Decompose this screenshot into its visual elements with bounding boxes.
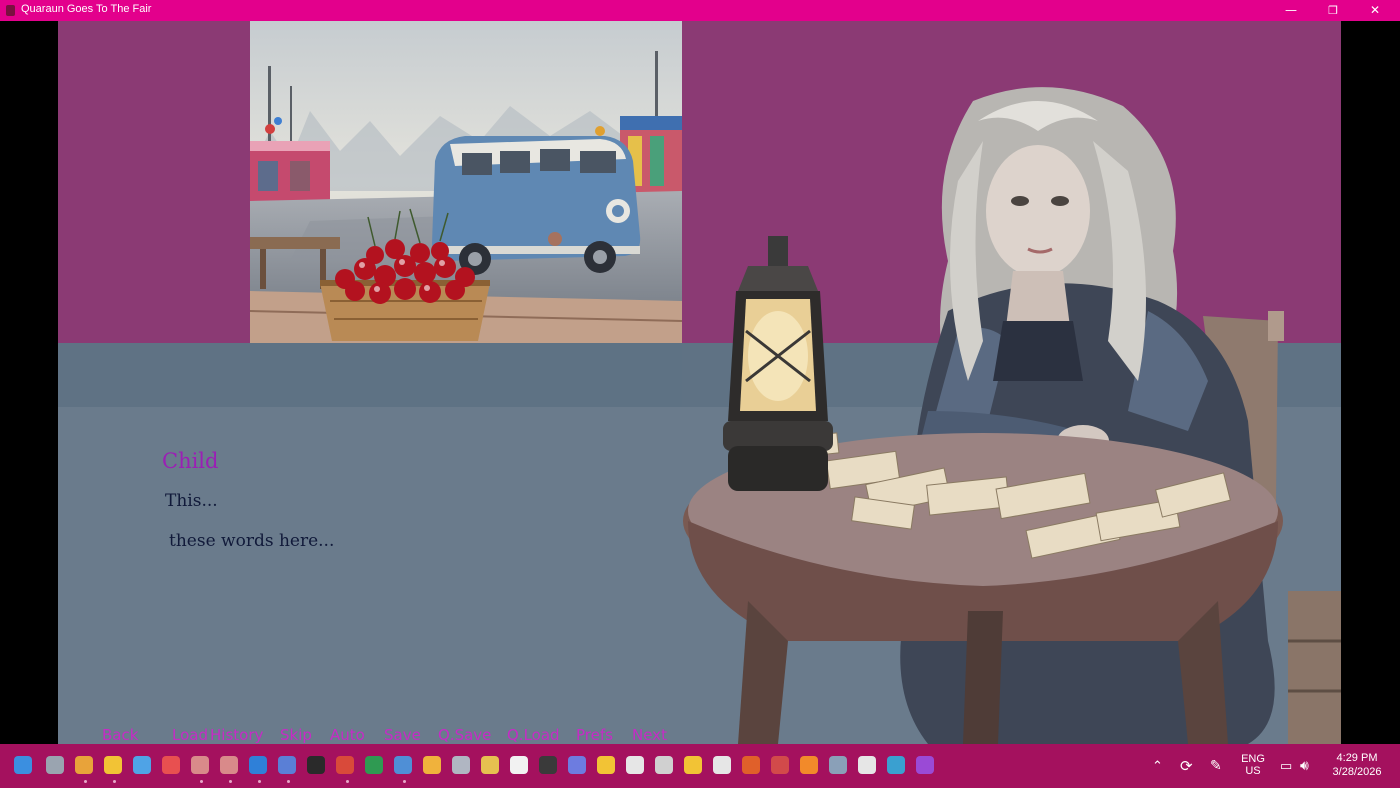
files-icon[interactable] (597, 756, 615, 774)
running-indicator (229, 780, 232, 783)
clipboard-icon[interactable] (510, 756, 528, 774)
close-button[interactable]: ✕ (1352, 0, 1398, 21)
network-icon[interactable]: ▭ (1280, 758, 1292, 774)
wave-icon[interactable] (684, 756, 702, 774)
quick-save-button[interactable]: Q.Save (438, 726, 491, 744)
running-indicator (346, 780, 349, 783)
pocket-icon[interactable] (162, 756, 180, 774)
speaker-name: Child (162, 449, 219, 473)
media-player-icon[interactable] (858, 756, 876, 774)
terminal-icon[interactable] (307, 756, 325, 774)
auto-button[interactable]: Auto (330, 726, 365, 744)
task-view-icon[interactable] (46, 756, 64, 774)
photos-icon[interactable] (394, 756, 412, 774)
sheets-icon[interactable] (365, 756, 383, 774)
next-button[interactable]: Next (632, 726, 667, 744)
clock-date: 3/28/2026 (1332, 766, 1382, 778)
clapper-icon[interactable] (916, 756, 934, 774)
running-indicator (287, 780, 290, 783)
title-bar: Quaraun Goes To The Fair — ❐ ✕ (0, 0, 1400, 21)
openai-icon[interactable] (655, 756, 673, 774)
load-button[interactable]: Load (172, 726, 208, 744)
fair-scene-image (250, 21, 682, 407)
language-region: US (1245, 765, 1261, 777)
back-button[interactable]: Back (102, 726, 138, 744)
game-char-active-icon[interactable] (220, 756, 238, 774)
dialogue-line-2: these words here... (169, 531, 335, 551)
language-indicator[interactable]: ENG US (1240, 753, 1266, 777)
history-button[interactable]: History (210, 726, 263, 744)
start-icon[interactable] (14, 756, 32, 774)
pen-icon[interactable]: ✎ (1210, 757, 1222, 774)
clock-time: 4:29 PM (1336, 752, 1378, 764)
skip-button[interactable]: Skip (280, 726, 312, 744)
notepad-icon[interactable] (278, 756, 296, 774)
pencil-icon[interactable] (423, 756, 441, 774)
running-indicator (258, 780, 261, 783)
running-indicator (403, 780, 406, 783)
smiley-icon[interactable] (481, 756, 499, 774)
quick-load-button[interactable]: Q.Load (507, 726, 560, 744)
running-indicator (113, 780, 116, 783)
copilot-icon[interactable] (568, 756, 586, 774)
game-char-icon[interactable] (191, 756, 209, 774)
crab-icon[interactable] (771, 756, 789, 774)
chrome-icon[interactable] (75, 756, 93, 774)
mail-icon[interactable] (133, 756, 151, 774)
save-button[interactable]: Save (384, 726, 421, 744)
taskbar: ⌃ ⟳ ✎ ENG US ▭ 🔊︎ 4:29 PM 3/28/2026 (0, 744, 1400, 788)
running-indicator (84, 780, 87, 783)
gmail-icon[interactable] (336, 756, 354, 774)
screenshot-icon[interactable] (713, 756, 731, 774)
maximize-button[interactable]: ❐ (1310, 0, 1356, 21)
chevron-up-icon[interactable]: ⌃ (1152, 758, 1163, 774)
dialogue-line-1: This... (165, 491, 218, 511)
chrome-alt-icon[interactable] (104, 756, 122, 774)
window-title: Quaraun Goes To The Fair (21, 3, 152, 15)
document-icon[interactable] (626, 756, 644, 774)
vscode-icon[interactable] (249, 756, 267, 774)
language-code: ENG (1241, 753, 1265, 765)
prefs-button[interactable]: Prefs (576, 726, 613, 744)
running-indicator (200, 780, 203, 783)
minimize-button[interactable]: — (1268, 0, 1314, 21)
settings-icon[interactable] (829, 756, 847, 774)
clock[interactable]: 4:29 PM 3/28/2026 (1326, 752, 1388, 778)
blender-icon[interactable] (800, 756, 818, 774)
app-icon (6, 5, 15, 16)
volume-icon[interactable]: 🔊︎ (1300, 757, 1309, 774)
game-viewport[interactable]: Child This... these words here... Back L… (58, 21, 1341, 744)
ubuntu-icon[interactable] (742, 756, 760, 774)
map-icon[interactable] (887, 756, 905, 774)
character-sprite (628, 81, 1341, 744)
console-icon[interactable] (539, 756, 557, 774)
discord-icon[interactable] (452, 756, 470, 774)
sync-icon[interactable]: ⟳ (1180, 757, 1193, 775)
